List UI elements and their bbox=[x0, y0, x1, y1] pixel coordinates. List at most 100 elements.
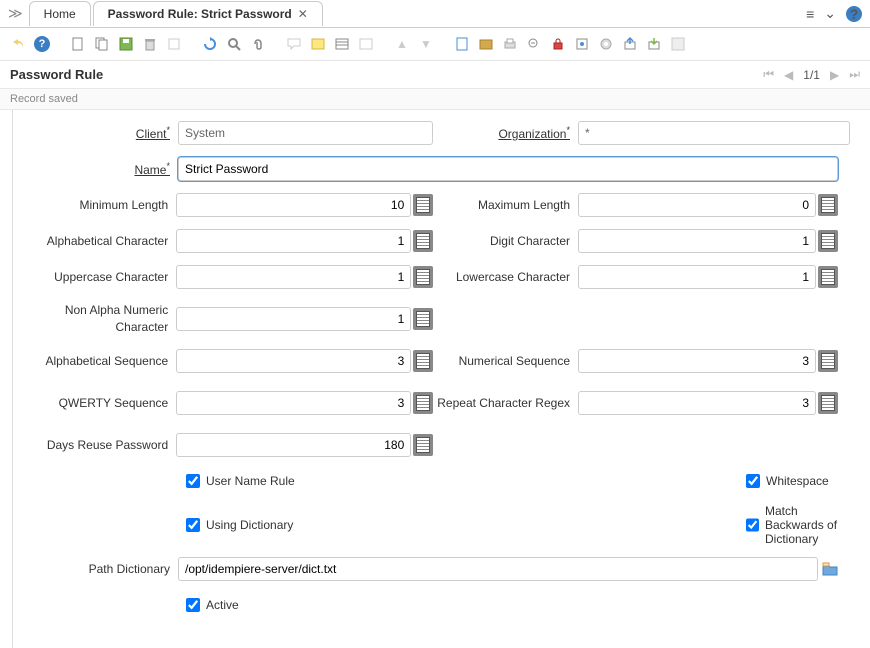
note-icon[interactable] bbox=[308, 34, 328, 54]
delete-icon[interactable] bbox=[140, 34, 160, 54]
zoomout-icon[interactable] bbox=[524, 34, 544, 54]
uppercase-character-field[interactable] bbox=[176, 265, 411, 289]
report-icon[interactable] bbox=[452, 34, 472, 54]
archive-icon[interactable] bbox=[476, 34, 496, 54]
next-record-icon[interactable]: ▶ bbox=[830, 68, 839, 82]
page-indicator: 1/1 bbox=[803, 68, 820, 82]
repeat-character-field[interactable] bbox=[578, 391, 816, 415]
label-pathdict: Path Dictionary bbox=[33, 562, 178, 576]
form: Client* Organization* Name* Minimum Leng… bbox=[12, 110, 870, 648]
calculator-icon[interactable] bbox=[818, 230, 838, 252]
label-repeat: Repeat Character Regex bbox=[433, 395, 578, 412]
match-backwards-label: Match Backwards of Dictionary bbox=[765, 504, 850, 546]
grid-icon[interactable] bbox=[332, 34, 352, 54]
label-alphaseq: Alphabetical Sequence bbox=[33, 354, 176, 368]
whitespace-checkbox[interactable]: Whitespace bbox=[746, 474, 829, 488]
calculator-icon[interactable] bbox=[413, 434, 433, 456]
match-backwards-checkbox[interactable]: Match Backwards of Dictionary bbox=[746, 504, 850, 546]
calculator-icon[interactable] bbox=[413, 392, 433, 414]
path-dictionary-field[interactable] bbox=[178, 557, 818, 581]
undo-icon[interactable] bbox=[8, 34, 28, 54]
status-bar: Record saved bbox=[0, 88, 870, 110]
help-icon[interactable]: ? bbox=[846, 6, 862, 22]
label-name: Name* bbox=[33, 161, 178, 177]
chat-icon[interactable] bbox=[284, 34, 304, 54]
digit-character-field[interactable] bbox=[578, 229, 816, 253]
close-icon[interactable]: ✕ bbox=[298, 7, 308, 21]
label-qwerty: QWERTY Sequence bbox=[33, 396, 176, 410]
label-minlen: Minimum Length bbox=[33, 198, 176, 212]
calculator-icon[interactable] bbox=[818, 194, 838, 216]
tab-password-rule[interactable]: Password Rule: Strict Password ✕ bbox=[93, 1, 323, 26]
label-client: Client* bbox=[33, 125, 178, 141]
label-maxlen: Maximum Length bbox=[433, 198, 578, 212]
customize-icon[interactable] bbox=[668, 34, 688, 54]
lowercase-character-field[interactable] bbox=[578, 265, 816, 289]
label-nonalpha: Non Alpha Numeric Character bbox=[33, 302, 176, 336]
active-checkbox[interactable]: Active bbox=[186, 598, 239, 612]
arrow-down-icon[interactable]: ▼ bbox=[416, 34, 436, 54]
gear-icon[interactable] bbox=[596, 34, 616, 54]
tab-home-label: Home bbox=[44, 7, 76, 21]
tab-active-label: Password Rule: Strict Password bbox=[108, 7, 292, 21]
organization-field[interactable] bbox=[578, 121, 850, 145]
numerical-sequence-field[interactable] bbox=[578, 349, 816, 373]
label-organization: Organization* bbox=[433, 125, 578, 141]
attachment-icon[interactable] bbox=[248, 34, 268, 54]
import-icon[interactable] bbox=[644, 34, 664, 54]
new-icon[interactable] bbox=[68, 34, 88, 54]
tab-home[interactable]: Home bbox=[29, 1, 91, 26]
user-name-rule-checkbox[interactable]: User Name Rule bbox=[186, 474, 295, 488]
calculator-icon[interactable] bbox=[818, 392, 838, 414]
header: Password Rule ⏮ ◀ 1/1 ▶ ⏭ bbox=[0, 61, 870, 88]
chevron-down-icon[interactable]: ⌄ bbox=[824, 5, 836, 22]
calculator-icon[interactable] bbox=[413, 350, 433, 372]
label-numseq: Numerical Sequence bbox=[433, 354, 578, 368]
calculator-icon[interactable] bbox=[413, 230, 433, 252]
first-record-icon[interactable]: ⏮ bbox=[763, 67, 774, 82]
label-lower: Lowercase Character bbox=[433, 270, 578, 284]
toolbar: ? ▲ ▼ bbox=[0, 28, 870, 61]
alphabetical-sequence-field[interactable] bbox=[176, 349, 411, 373]
arrow-up-icon[interactable]: ▲ bbox=[392, 34, 412, 54]
history-icon[interactable] bbox=[356, 34, 376, 54]
user-name-rule-label: User Name Rule bbox=[206, 474, 295, 488]
active-label: Active bbox=[206, 598, 239, 612]
copyrecord-icon[interactable] bbox=[164, 34, 184, 54]
non-alpha-numeric-field[interactable] bbox=[176, 307, 411, 331]
minimum-length-field[interactable] bbox=[176, 193, 411, 217]
process-icon[interactable] bbox=[572, 34, 592, 54]
days-reuse-password-field[interactable] bbox=[176, 433, 411, 457]
calculator-icon[interactable] bbox=[413, 308, 433, 330]
search-icon[interactable] bbox=[224, 34, 244, 54]
folder-icon[interactable] bbox=[820, 559, 840, 579]
page-title: Password Rule bbox=[10, 67, 103, 82]
save-icon[interactable] bbox=[116, 34, 136, 54]
help-toolbar-icon[interactable]: ? bbox=[32, 34, 52, 54]
copy-icon[interactable] bbox=[92, 34, 112, 54]
prev-record-icon[interactable]: ◀ bbox=[784, 68, 793, 82]
using-dictionary-checkbox[interactable]: Using Dictionary bbox=[186, 518, 293, 532]
calculator-icon[interactable] bbox=[413, 194, 433, 216]
lock-icon[interactable] bbox=[548, 34, 568, 54]
export-icon[interactable] bbox=[620, 34, 640, 54]
calculator-icon[interactable] bbox=[818, 350, 838, 372]
calculator-icon[interactable] bbox=[413, 266, 433, 288]
alphabetical-character-field[interactable] bbox=[176, 229, 411, 253]
tab-bar: ≫ Home Password Rule: Strict Password ✕ … bbox=[0, 0, 870, 28]
label-reuse: Days Reuse Password bbox=[33, 438, 176, 452]
label-upper: Uppercase Character bbox=[33, 270, 176, 284]
using-dictionary-label: Using Dictionary bbox=[206, 518, 293, 532]
label-digit: Digit Character bbox=[433, 234, 578, 248]
expand-icon[interactable]: ≫ bbox=[8, 5, 23, 22]
maximum-length-field[interactable] bbox=[578, 193, 816, 217]
calculator-icon[interactable] bbox=[818, 266, 838, 288]
client-field[interactable] bbox=[178, 121, 433, 145]
refresh-icon[interactable] bbox=[200, 34, 220, 54]
name-field[interactable] bbox=[178, 157, 838, 181]
last-record-icon[interactable]: ⏭ bbox=[849, 67, 860, 82]
menu-icon[interactable]: ≡ bbox=[806, 6, 814, 22]
print-icon[interactable] bbox=[500, 34, 520, 54]
whitespace-label: Whitespace bbox=[766, 474, 829, 488]
qwerty-sequence-field[interactable] bbox=[176, 391, 411, 415]
